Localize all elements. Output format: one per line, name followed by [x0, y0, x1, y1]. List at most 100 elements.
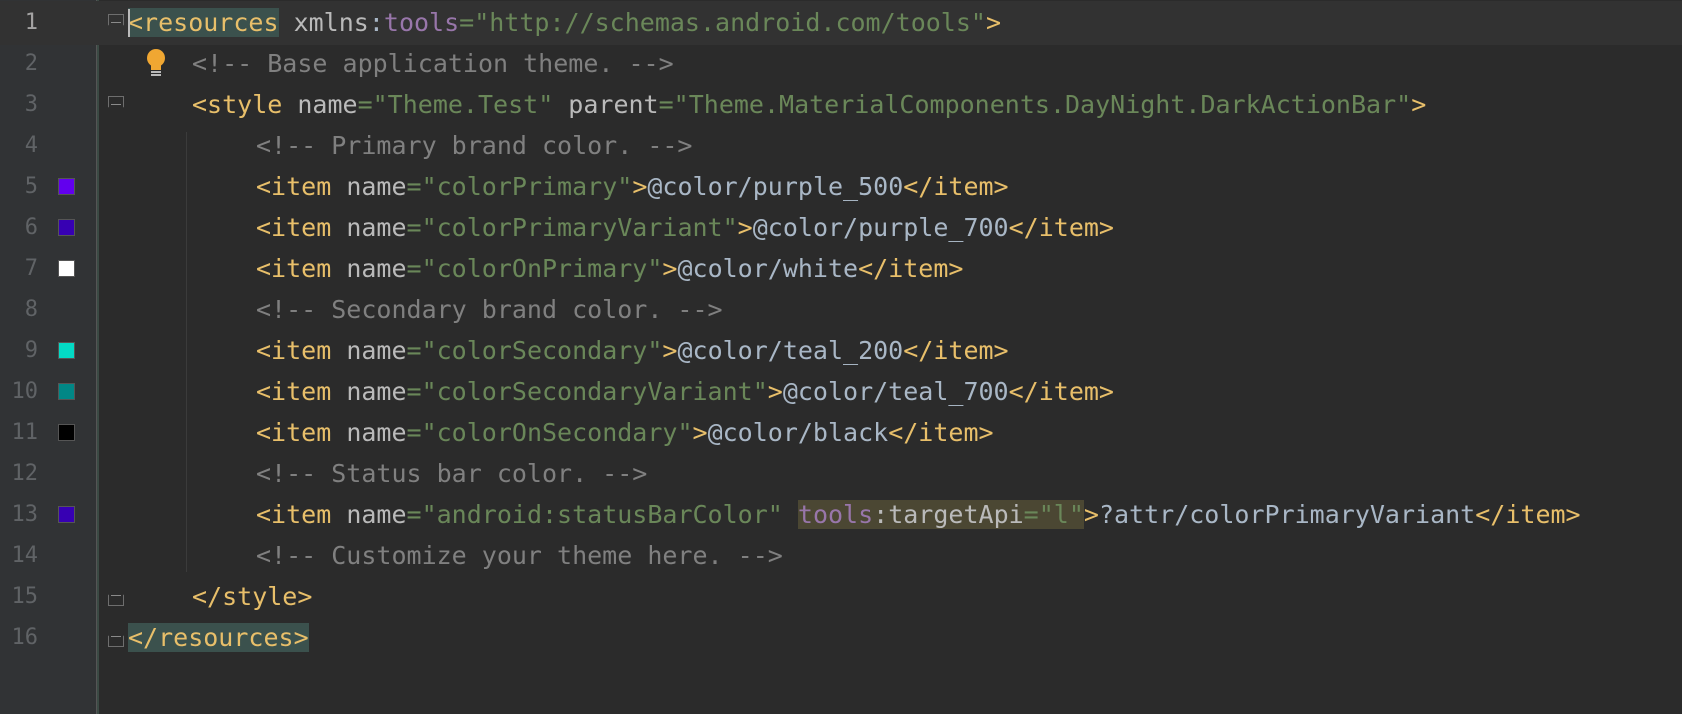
line-number[interactable]: 5	[0, 165, 38, 209]
syntax-token: :targetApi	[873, 500, 1024, 529]
syntax-token: </item>	[903, 336, 1009, 365]
code-line[interactable]: 2 <!-- Base application theme. -->	[0, 42, 1682, 86]
line-number[interactable]: 7	[0, 247, 38, 291]
syntax-token: >	[1083, 500, 1099, 529]
code-line[interactable]: 9 <item name="colorSecondary">@color/teal…	[0, 329, 1682, 373]
syntax-token: name	[331, 377, 407, 406]
line-number[interactable]: 13	[0, 493, 39, 537]
syntax-token: <item	[256, 336, 332, 365]
line-number[interactable]: 2	[0, 42, 38, 86]
line-number[interactable]: 9	[0, 329, 38, 373]
syntax-token: ?attr/colorPrimaryVariant	[1098, 500, 1476, 529]
syntax-token: </style>	[192, 582, 313, 611]
syntax-token: </resources>	[128, 623, 309, 652]
code-line[interactable]: 1 <resources xmlns:tools="http://schemas.…	[0, 1, 1682, 45]
syntax-token: tools	[797, 500, 874, 529]
color-swatch-icon[interactable]	[58, 178, 75, 195]
code-line[interactable]: 8 <!-- Secondary brand color. -->	[0, 288, 1682, 332]
syntax-token: parent	[553, 90, 659, 119]
code-line[interactable]: 3 <style name="Theme.Test" parent="Theme.…	[0, 83, 1682, 127]
code-text[interactable]: <item name="colorOnSecondary">@color/bla…	[256, 411, 994, 455]
code-text[interactable]: <item name="colorPrimaryVariant">@color/…	[256, 206, 1114, 250]
fold-end-icon[interactable]	[108, 588, 124, 606]
line-number[interactable]: 8	[0, 288, 38, 332]
code-text[interactable]: </resources>	[128, 616, 309, 660]
line-number[interactable]: 4	[0, 124, 38, 168]
code-line[interactable]: 16 </resources>	[0, 616, 1682, 660]
lightbulb-neck	[151, 64, 161, 70]
syntax-token: <resources	[128, 8, 279, 37]
fold-end-icon[interactable]	[108, 629, 124, 647]
syntax-token: </item>	[888, 418, 994, 447]
code-line[interactable]: 13 <item name="android:statusBarColor" to…	[0, 493, 1682, 537]
syntax-token: ="http://schemas.android.com/tools"	[459, 8, 986, 37]
syntax-token: </item>	[858, 254, 964, 283]
code-text[interactable]: <!-- Customize your theme here. -->	[256, 534, 783, 578]
code-text[interactable]: <!-- Base application theme. -->	[192, 42, 674, 86]
line-number[interactable]: 10	[0, 370, 39, 414]
syntax-token: name	[331, 254, 407, 283]
syntax-token: ="Theme.Test"	[357, 90, 554, 119]
syntax-token	[783, 500, 798, 529]
syntax-token: >	[737, 213, 753, 242]
syntax-token: @color/white	[677, 254, 859, 283]
text-caret	[128, 9, 130, 37]
syntax-token: </item>	[1008, 213, 1114, 242]
code-line[interactable]: 7 <item name="colorOnPrimary">@color/whit…	[0, 247, 1682, 291]
line-number[interactable]: 12	[0, 452, 39, 496]
color-swatch-icon[interactable]	[58, 260, 75, 277]
color-swatch-icon[interactable]	[58, 383, 75, 400]
syntax-token: <item	[256, 172, 332, 201]
fold-minus-icon	[111, 636, 121, 637]
code-text[interactable]: <item name="android:statusBarColor" tool…	[256, 493, 1581, 537]
code-text[interactable]: <item name="colorSecondary">@color/teal_…	[256, 329, 1009, 373]
code-text[interactable]: <item name="colorPrimary">@color/purple_…	[256, 165, 1009, 209]
code-line[interactable]: 10 <item name="colorSecondaryVariant">@co…	[0, 370, 1682, 414]
code-text[interactable]: <style name="Theme.Test" parent="Theme.M…	[192, 83, 1426, 127]
syntax-token: :	[368, 8, 384, 37]
code-line[interactable]: 14 <!-- Customize your theme here. -->	[0, 534, 1682, 578]
code-line[interactable]: 11 <item name="colorOnSecondary">@color/b…	[0, 411, 1682, 455]
syntax-token: ="android:statusBarColor"	[406, 500, 783, 529]
fold-minus-icon	[111, 595, 121, 596]
line-number[interactable]: 14	[0, 534, 39, 578]
code-text[interactable]: <item name="colorOnPrimary">@color/white…	[256, 247, 963, 291]
syntax-token: name	[331, 500, 407, 529]
code-text[interactable]: </style>	[192, 575, 312, 619]
fold-collapse-icon[interactable]	[108, 96, 124, 114]
code-text[interactable]: <resources xmlns:tools="http://schemas.a…	[128, 1, 1001, 45]
line-number[interactable]: 15	[0, 575, 39, 619]
syntax-token: name	[331, 172, 407, 201]
code-text[interactable]: <item name="colorSecondaryVariant">@colo…	[256, 370, 1114, 414]
syntax-token: >	[662, 336, 678, 365]
code-text[interactable]: <!-- Status bar color. -->	[256, 452, 647, 496]
lightbulb-icon[interactable]	[144, 48, 168, 78]
line-number[interactable]: 6	[0, 206, 38, 250]
color-swatch-icon[interactable]	[58, 506, 75, 523]
syntax-token: >	[985, 8, 1002, 37]
syntax-token: ="colorOnSecondary"	[406, 418, 693, 447]
color-swatch-icon[interactable]	[58, 424, 75, 441]
line-number[interactable]: 16	[0, 616, 39, 660]
syntax-token: @color/purple_700	[752, 213, 1009, 242]
color-swatch-icon[interactable]	[58, 219, 75, 236]
line-number[interactable]: 3	[0, 83, 38, 127]
code-line[interactable]: 6 <item name="colorPrimaryVariant">@color…	[0, 206, 1682, 250]
code-line[interactable]: 5 <item name="colorPrimary">@color/purple…	[0, 165, 1682, 209]
line-number[interactable]: 11	[0, 411, 39, 455]
syntax-token: <!-- Base application theme. -->	[192, 49, 674, 78]
code-line[interactable]: 12 <!-- Status bar color. -->	[0, 452, 1682, 496]
code-text[interactable]: <!-- Secondary brand color. -->	[256, 288, 723, 332]
syntax-token: @color/purple_500	[647, 172, 904, 201]
syntax-token: <item	[256, 418, 332, 447]
code-line[interactable]: 4 <!-- Primary brand color. -->	[0, 124, 1682, 168]
syntax-token: >	[632, 172, 648, 201]
color-swatch-icon[interactable]	[58, 342, 75, 359]
code-editor[interactable]: 1 <resources xmlns:tools="http://schemas.…	[0, 0, 1682, 714]
syntax-token: </item>	[1008, 377, 1114, 406]
code-text[interactable]: <!-- Primary brand color. -->	[256, 124, 693, 168]
syntax-token: <!-- Status bar color. -->	[256, 459, 648, 488]
fold-collapse-icon[interactable]	[108, 14, 124, 32]
code-line[interactable]: 15 </style>	[0, 575, 1682, 619]
line-number[interactable]: 1	[0, 1, 38, 45]
